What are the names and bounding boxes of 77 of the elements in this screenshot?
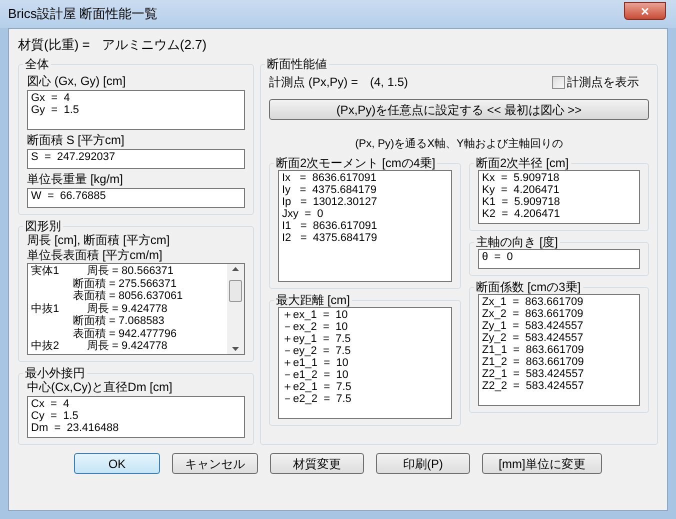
- readout-line: Zx_2 = 863.661709: [482, 308, 584, 320]
- readout-line: Zy_2 = 583.424557: [482, 332, 584, 344]
- dialog-button[interactable]: [mm]単位に変更: [482, 453, 602, 474]
- group-title: 断面性能値: [266, 57, 328, 71]
- readout-line: Z1_2 = 863.661709: [482, 356, 584, 368]
- window-title: Brics設計屋 断面性能一覧: [8, 5, 158, 24]
- readout-line: Cy = 1.5: [31, 410, 78, 422]
- shape-name: 中抜2: [31, 340, 60, 352]
- material-label: 材質(比重) =: [18, 36, 90, 54]
- material-value: アルミニウム(2.7): [102, 36, 207, 54]
- point-label: 計測点 (Px,Py) =: [269, 74, 358, 91]
- readout-line: W = 66.76885: [31, 190, 106, 202]
- shape-value: 断面積 = 7.068583: [73, 315, 164, 328]
- readout-line: ＋ey_1 = 7.5: [282, 333, 351, 345]
- group-title: 断面2次モーメント [cmの4乗]: [275, 156, 436, 170]
- readout-line: －e2_2 = 7.5: [282, 393, 352, 405]
- caption: 周長 [cm], 断面積 [平方cm]: [27, 233, 170, 248]
- readout-line: Ky = 4.206471: [482, 184, 560, 196]
- shape-value: 断面積 = 275.566371: [73, 278, 177, 290]
- readout-line: －ex_2 = 10: [282, 321, 348, 333]
- readout-line: Iy = 4375.684179: [282, 184, 376, 196]
- readout-line: －e1_2 = 10: [282, 369, 348, 381]
- dialog-button[interactable]: 印刷(P): [376, 453, 470, 474]
- shape-name: 実体1: [31, 265, 60, 278]
- group-title: 全体: [24, 57, 50, 71]
- group-title: 断面2次半径 [cm]: [475, 156, 570, 170]
- readout-line: K2 = 4.206471: [482, 208, 560, 220]
- readout-line: Zy_1 = 583.424557: [482, 320, 584, 332]
- dialog-button[interactable]: OK: [74, 453, 160, 474]
- group-title: 最小外接円: [24, 366, 86, 380]
- readout-line: ＋e2_1 = 7.5: [282, 381, 352, 393]
- scroll-down-icon[interactable]: [232, 347, 239, 351]
- readout-line: S = 247.292037: [31, 151, 116, 163]
- shape-name: 中抜1: [31, 302, 60, 315]
- shape-value: 周長 = 9.424778: [87, 340, 168, 352]
- group-title: 最大距離 [cm]: [275, 293, 351, 307]
- axis-note: (Px, Py)を通るX軸、Y軸および主軸回りの: [355, 136, 563, 152]
- readout-line: Gx = 4: [31, 92, 70, 104]
- field-label: 単位長重量 [kg/m]: [27, 172, 124, 187]
- scrollbar[interactable]: [227, 264, 244, 354]
- group-title: 主軸の向き [度]: [475, 235, 560, 249]
- field-label: 断面積 S [平方cm]: [27, 133, 124, 148]
- readout-line: ＋ex_1 = 10: [282, 309, 348, 321]
- readout-line: Z2_1 = 583.424557: [482, 368, 584, 380]
- group-title: 図形別: [24, 219, 62, 233]
- readout-line: I1 = 8636.617091: [282, 220, 378, 232]
- dialog-button[interactable]: キャンセル: [172, 453, 258, 474]
- shape-value: 周長 = 9.424778: [87, 302, 168, 315]
- group-title: 断面係数 [cmの3乗]: [475, 280, 582, 294]
- scroll-up-icon[interactable]: [232, 267, 239, 271]
- field-label: 中心(Cx,Cy)と直径Dm [cm]: [27, 380, 172, 395]
- readout-line: Kx = 5.909718: [482, 172, 560, 184]
- set-point-button[interactable]: (Px,Py)を任意点に設定する << 最初は図心 >>: [269, 99, 649, 120]
- shape-value: 表面積 = 942.477796: [73, 328, 177, 340]
- readout-line: Cx = 4: [31, 398, 70, 410]
- readout-line: Ix = 8636.617091: [282, 172, 376, 184]
- readout-line: Z2_2 = 583.424557: [482, 380, 584, 392]
- checkbox-label: 計測点を表示: [567, 74, 639, 91]
- shape-value: 表面積 = 8056.637061: [73, 290, 183, 302]
- shape-value: 周長 = 80.566371: [87, 265, 174, 278]
- readout-line: －ey_2 = 7.5: [282, 345, 351, 357]
- checkbox[interactable]: [552, 76, 565, 88]
- readout-line: I2 = 4375.684179: [282, 232, 378, 244]
- scroll-thumb[interactable]: [229, 280, 242, 302]
- dialog-button[interactable]: 材質変更: [270, 453, 364, 474]
- point-value: (4, 1.5): [370, 74, 408, 91]
- field-label: 図心 (Gx, Gy) [cm]: [27, 74, 126, 89]
- readout-line: Gy = 1.5: [31, 104, 79, 116]
- readout-line: K1 = 5.909718: [482, 196, 560, 208]
- readout-line: θ = 0: [482, 251, 513, 263]
- readout-line: Z1_1 = 863.661709: [482, 344, 584, 356]
- readout-line: ＋e1_1 = 10: [282, 357, 348, 369]
- caption: 単位長表面積 [平方cm/m]: [27, 248, 162, 263]
- readout-line: Zx_1 = 863.661709: [482, 296, 584, 308]
- readout-line: Jxy = 0: [282, 208, 324, 220]
- readout-line: Ip = 13012.30127: [282, 196, 378, 208]
- readout-line: Dm = 23.416488: [31, 422, 119, 434]
